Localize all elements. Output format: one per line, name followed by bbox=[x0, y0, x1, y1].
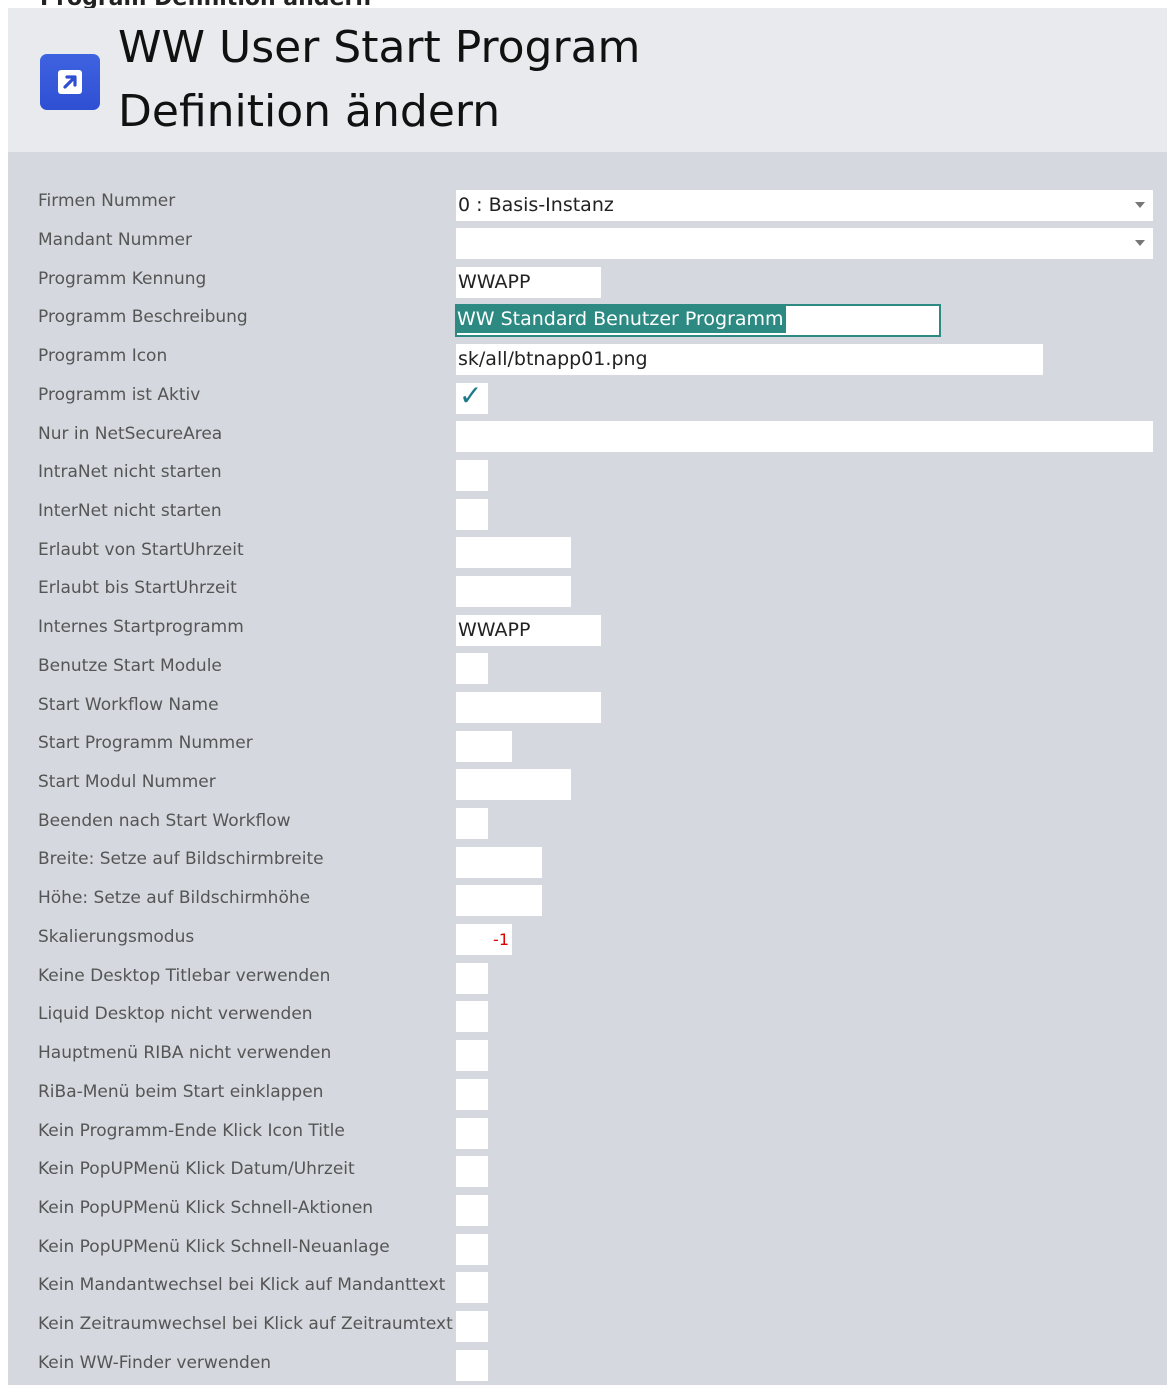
label-riba-menue-einklappen: RiBa-Menü beim Start einklappen bbox=[38, 1082, 324, 1102]
label-programm-ende-klick: Kein Programm-Ende Klick Icon Title bbox=[38, 1121, 345, 1141]
liquid-desktop-checkbox[interactable] bbox=[456, 1001, 488, 1032]
label-popup-schnell-aktionen: Kein PopUPMenü Klick Schnell-Aktionen bbox=[38, 1198, 374, 1218]
internes-startprogramm-input[interactable]: WWAPP bbox=[456, 615, 601, 646]
label-ww-finder: Kein WW-Finder verwenden bbox=[38, 1353, 272, 1373]
firmen-nummer-select[interactable]: 0 : Basis-Instanz bbox=[456, 190, 1153, 221]
ww-finder-checkbox[interactable] bbox=[456, 1350, 488, 1381]
skalierungsmodus-input[interactable]: -1 bbox=[456, 924, 512, 955]
label-programm-ist-aktiv: Programm ist Aktiv bbox=[38, 385, 201, 405]
internet-nicht-starten-checkbox[interactable] bbox=[456, 499, 488, 530]
label-hoehe: Höhe: Setze auf Bildschirmhöhe bbox=[38, 888, 311, 908]
mandantwechsel-checkbox[interactable] bbox=[456, 1272, 488, 1303]
label-popup-schnell-neuanlage: Kein PopUPMenü Klick Schnell-Neuanlage bbox=[38, 1237, 390, 1257]
chevron-down-icon bbox=[1135, 202, 1145, 208]
label-start-programm-nummer: Start Programm Nummer bbox=[38, 733, 253, 753]
programm-ende-klick-checkbox[interactable] bbox=[456, 1118, 488, 1149]
hauptmenue-riba-checkbox[interactable] bbox=[456, 1040, 488, 1071]
top-strip: Program Definition ändern bbox=[0, 0, 1167, 8]
programm-beschreibung-selected-text: WW Standard Benutzer Programm bbox=[457, 306, 786, 333]
label-skalierungsmodus: Skalierungsmodus bbox=[38, 927, 195, 947]
label-beenden-nach-start-workflow: Beenden nach Start Workflow bbox=[38, 811, 291, 831]
label-programm-icon: Programm Icon bbox=[38, 346, 168, 366]
label-mandant-nummer: Mandant Nummer bbox=[38, 230, 192, 250]
label-keine-desktop-titlebar: Keine Desktop Titlebar verwenden bbox=[38, 966, 331, 986]
label-internet-nicht-starten: InterNet nicht starten bbox=[38, 501, 222, 521]
arrow-glyph bbox=[63, 75, 77, 89]
start-workflow-name-input[interactable] bbox=[456, 692, 601, 723]
erlaubt-bis-startuhrzeit-input[interactable] bbox=[456, 576, 571, 607]
definition-form: Firmen Nummer Mandant Nummer Programm Ke… bbox=[8, 152, 1167, 1385]
label-hauptmenue-riba: Hauptmenü RIBA nicht verwenden bbox=[38, 1043, 332, 1063]
label-benutze-start-module: Benutze Start Module bbox=[38, 656, 222, 676]
intranet-nicht-starten-checkbox[interactable] bbox=[456, 460, 488, 491]
riba-menue-einklappen-checkbox[interactable] bbox=[456, 1079, 488, 1110]
label-firmen-nummer: Firmen Nummer bbox=[38, 191, 176, 211]
firmen-nummer-value: 0 : Basis-Instanz bbox=[458, 194, 614, 216]
hoehe-input[interactable] bbox=[456, 885, 542, 916]
programm-beschreibung-input[interactable]: WW Standard Benutzer Programm bbox=[455, 304, 941, 337]
programm-kennung-input[interactable]: WWAPP bbox=[456, 267, 601, 298]
popup-datum-uhrzeit-checkbox[interactable] bbox=[456, 1156, 488, 1187]
benutze-start-module-checkbox[interactable] bbox=[456, 653, 488, 684]
arrow-up-right-icon bbox=[40, 54, 100, 110]
label-internes-startprogramm: Internes Startprogramm bbox=[38, 617, 244, 637]
page-title-line-1: WW User Start Program bbox=[118, 22, 641, 73]
zeitraumwechsel-checkbox[interactable] bbox=[456, 1311, 488, 1342]
label-nur-in-netsecurearea: Nur in NetSecureArea bbox=[38, 424, 223, 444]
check-icon: ✓ bbox=[459, 379, 483, 412]
label-popup-datum-uhrzeit: Kein PopUPMenü Klick Datum/Uhrzeit bbox=[38, 1159, 355, 1179]
beenden-nach-start-workflow-checkbox[interactable] bbox=[456, 808, 488, 839]
start-modul-nummer-input[interactable] bbox=[456, 769, 571, 800]
label-breite: Breite: Setze auf Bildschirmbreite bbox=[38, 849, 324, 869]
label-intranet-nicht-starten: IntraNet nicht starten bbox=[38, 462, 222, 482]
page-header: WW User Start Program Definition ändern bbox=[8, 8, 1167, 152]
label-start-workflow-name: Start Workflow Name bbox=[38, 695, 219, 715]
label-erlaubt-bis-startuhrzeit: Erlaubt bis StartUhrzeit bbox=[38, 578, 237, 598]
start-programm-nummer-input[interactable] bbox=[456, 731, 512, 762]
label-mandantwechsel: Kein Mandantwechsel bei Klick auf Mandan… bbox=[38, 1275, 446, 1295]
previous-title-fragment: Program Definition ändern bbox=[40, 0, 371, 8]
popup-schnell-aktionen-checkbox[interactable] bbox=[456, 1195, 488, 1226]
programm-icon-input[interactable]: sk/all/btnapp01.png bbox=[456, 344, 1043, 375]
label-start-modul-nummer: Start Modul Nummer bbox=[38, 772, 216, 792]
keine-desktop-titlebar-checkbox[interactable] bbox=[456, 963, 488, 994]
breite-input[interactable] bbox=[456, 847, 542, 878]
popup-schnell-neuanlage-checkbox[interactable] bbox=[456, 1234, 488, 1265]
programm-ist-aktiv-checkbox[interactable]: ✓ bbox=[456, 379, 488, 414]
arrow-box bbox=[58, 70, 82, 94]
label-liquid-desktop: Liquid Desktop nicht verwenden bbox=[38, 1004, 313, 1024]
mandant-nummer-select[interactable] bbox=[456, 228, 1153, 259]
label-programm-kennung: Programm Kennung bbox=[38, 269, 207, 289]
label-zeitraumwechsel: Kein Zeitraumwechsel bei Klick auf Zeitr… bbox=[38, 1314, 453, 1334]
page-title-line-2: Definition ändern bbox=[118, 86, 501, 137]
nur-in-netsecurearea-input[interactable] bbox=[456, 421, 1153, 452]
label-programm-beschreibung: Programm Beschreibung bbox=[38, 307, 248, 327]
chevron-down-icon bbox=[1135, 240, 1145, 246]
label-erlaubt-von-startuhrzeit: Erlaubt von StartUhrzeit bbox=[38, 540, 244, 560]
erlaubt-von-startuhrzeit-input[interactable] bbox=[456, 537, 571, 568]
